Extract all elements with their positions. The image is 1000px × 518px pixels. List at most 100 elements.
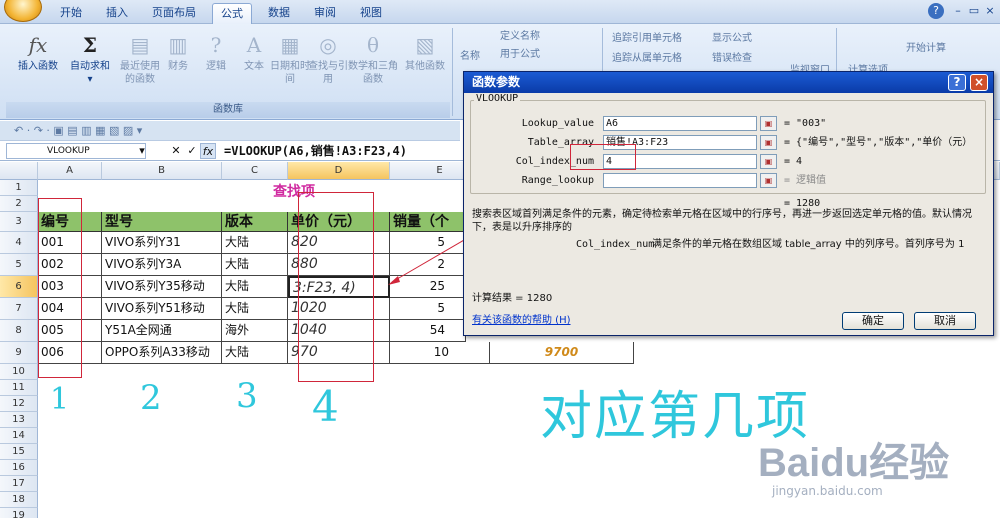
dialog-help-button[interactable]: ? <box>948 74 966 91</box>
range-picker-icon[interactable]: ▣ <box>760 135 777 150</box>
dialog-title: 函数参数 <box>464 72 993 93</box>
table-cell[interactable]: VIVO系列Y3A <box>102 254 222 276</box>
tab-review[interactable]: 审阅 <box>306 3 344 24</box>
tab-view[interactable]: 视图 <box>352 3 390 24</box>
row-header[interactable]: 7 <box>0 298 38 320</box>
function-name-label: VLOOKUP <box>474 93 521 104</box>
define-name-button[interactable]: 定义名称 <box>500 28 540 46</box>
row-header[interactable]: 6 <box>0 276 38 298</box>
cancel-entry-icon[interactable]: ✕ <box>168 143 184 159</box>
row-header[interactable]: 5 <box>0 254 38 276</box>
row-header[interactable]: 9 <box>0 342 38 364</box>
range-picker-icon[interactable]: ▣ <box>760 116 777 131</box>
table-cell[interactable]: 10 <box>390 342 490 364</box>
autosum-button[interactable]: Σ 自动求和 ▾ <box>66 28 114 98</box>
close-icon[interactable]: × <box>982 3 998 19</box>
param-label: Range_lookup <box>521 175 594 186</box>
calc-result: 计算结果 = 1280 <box>472 293 553 304</box>
row-header[interactable]: 13 <box>0 412 38 428</box>
range-picker-icon[interactable]: ▣ <box>760 154 777 169</box>
question-book-icon: ? <box>210 33 222 57</box>
row-header[interactable]: 10 <box>0 364 38 380</box>
table-cell[interactable]: 5 <box>390 298 466 320</box>
row-header[interactable]: 3 <box>0 212 38 232</box>
more-book-icon: ▧ <box>415 33 435 57</box>
column-header-a[interactable]: A <box>38 162 102 180</box>
name-box[interactable]: VLOOKUP <box>6 143 146 159</box>
column-header-b[interactable]: B <box>102 162 222 180</box>
table-cell[interactable]: 大陆 <box>222 298 288 320</box>
table-cell[interactable]: VIVO系列Y35移动 <box>102 276 222 298</box>
trace-precedents-button[interactable]: 追踪引用单元格 <box>612 30 682 48</box>
confirm-entry-icon[interactable]: ✓ <box>184 143 200 159</box>
tab-page-layout[interactable]: 页面布局 <box>144 3 204 24</box>
function-library-group-label: 函数库 <box>6 102 450 118</box>
table-cell[interactable]: 大陆 <box>222 276 288 298</box>
lookup-reference-button[interactable]: ◎ 查找与引用 <box>306 28 350 98</box>
lookup-value-input[interactable]: A6 <box>603 116 757 131</box>
select-all-corner[interactable] <box>0 162 38 180</box>
column-header-d[interactable]: D <box>288 162 390 180</box>
table-cell[interactable]: 大陆 <box>222 254 288 276</box>
row-header[interactable]: 14 <box>0 428 38 444</box>
financial-icon: ▥ <box>168 33 188 57</box>
book-icon: ▤ <box>130 33 150 57</box>
table-cell[interactable]: 大陆 <box>222 232 288 254</box>
more-functions-button[interactable]: ▧ 其他函数 <box>400 28 450 98</box>
table-cell[interactable]: VIVO系列Y31 <box>102 232 222 254</box>
ok-button[interactable]: 确定 <box>842 312 904 330</box>
row-header[interactable]: 1 <box>0 180 38 196</box>
namebox-dropdown-icon[interactable]: ▾ <box>134 143 150 159</box>
tab-formulas[interactable]: 公式 <box>212 3 252 24</box>
annotation-number: 1 <box>50 382 70 417</box>
function-arguments-dialog: 函数参数 ? × VLOOKUP Lookup_value A6 ▣ = "00… <box>463 71 994 336</box>
row-header[interactable]: 15 <box>0 444 38 460</box>
table-cell[interactable]: 大陆 <box>222 342 288 364</box>
row-header[interactable]: 18 <box>0 492 38 508</box>
row-header[interactable]: 11 <box>0 380 38 396</box>
minimize-icon[interactable]: – <box>950 3 966 19</box>
dialog-close-button[interactable]: × <box>970 74 988 91</box>
row-header[interactable]: 8 <box>0 320 38 342</box>
table-cell[interactable]: 54 <box>390 320 466 342</box>
table-cell[interactable]: 海外 <box>222 320 288 342</box>
trace-dependents-button[interactable]: 追踪从属单元格 <box>612 50 682 68</box>
quick-access-toolbar: ↶ · ↷ · ▣ ▤ ▥ ▦ ▧ ▨ ▾ <box>0 121 460 141</box>
range-picker-icon[interactable]: ▣ <box>760 173 777 188</box>
param-help-text: 满足条件的单元格在数组区域 table_array 中的列序号。首列序号为 1 <box>652 239 965 250</box>
show-formulas-button[interactable]: 显示公式 <box>712 30 752 48</box>
table-cell[interactable]: VIVO系列Y51移动 <box>102 298 222 320</box>
calculate-now-button[interactable]: 开始计算 <box>906 40 946 58</box>
range-lookup-input[interactable] <box>603 173 757 188</box>
table-cell[interactable]: Y51A全网通 <box>102 320 222 342</box>
math-trig-button[interactable]: θ 数学和三角函数 <box>348 28 398 98</box>
office-button[interactable] <box>4 0 42 22</box>
param-result: = 逻辑值 <box>784 175 827 186</box>
row-header[interactable]: 12 <box>0 396 38 412</box>
insert-function-icon[interactable]: fx <box>200 143 216 159</box>
header-cell[interactable]: 型号 <box>102 212 222 232</box>
row-header[interactable]: 17 <box>0 476 38 492</box>
row-header[interactable]: 2 <box>0 196 38 212</box>
column-header-c[interactable]: C <box>222 162 288 180</box>
table-cell[interactable]: OPPO系列A33移动 <box>102 342 222 364</box>
tab-data[interactable]: 数据 <box>260 3 298 24</box>
table-cell-total[interactable]: 9700 <box>490 342 634 364</box>
restore-icon[interactable]: ▭ <box>966 3 982 19</box>
error-checking-button[interactable]: 错误检查 <box>712 50 752 68</box>
annotation-number: 3 <box>236 376 258 416</box>
insert-function-button[interactable]: fx 插入函数 <box>14 28 62 98</box>
use-in-formula-button[interactable]: 用于公式 <box>500 46 540 64</box>
tab-insert[interactable]: 插入 <box>98 3 136 24</box>
function-help-link[interactable]: 有关该函数的帮助 (H) <box>472 314 571 327</box>
header-cell[interactable]: 版本 <box>222 212 288 232</box>
names-group-label: 名称 <box>460 51 480 62</box>
cancel-button[interactable]: 取消 <box>914 312 976 330</box>
param-result: = "003" <box>784 118 827 129</box>
help-icon[interactable]: ? <box>928 3 944 19</box>
row-header[interactable]: 19 <box>0 508 38 518</box>
tab-home[interactable]: 开始 <box>52 3 90 24</box>
row-header[interactable]: 4 <box>0 232 38 254</box>
math-book-icon: θ <box>366 33 380 57</box>
row-header[interactable]: 16 <box>0 460 38 476</box>
